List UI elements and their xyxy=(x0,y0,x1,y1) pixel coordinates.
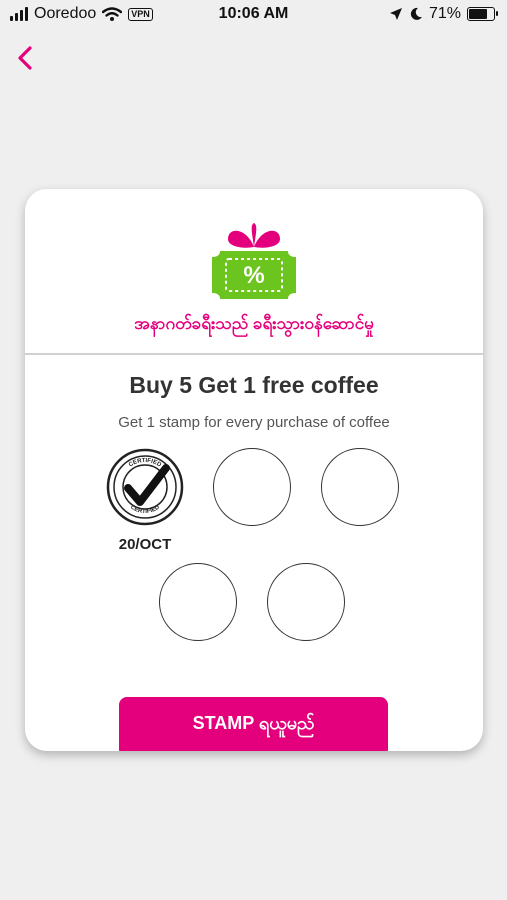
certified-stamp-icon: CERTIFIED CERTIFIED xyxy=(106,448,184,526)
stamp-slot-5 xyxy=(267,563,345,641)
stamp-slot-1: CERTIFIED CERTIFIED xyxy=(106,448,184,526)
svg-text:CERTIFIED: CERTIFIED xyxy=(129,504,161,515)
offer-description: Get 1 stamp for every purchase of coffee xyxy=(118,414,390,431)
battery-percent: 71% xyxy=(428,5,461,22)
battery-level xyxy=(469,9,488,19)
moon-icon xyxy=(410,7,422,20)
discount-symbol: % xyxy=(243,262,264,289)
svg-text:CERTIFIED: CERTIFIED xyxy=(128,458,163,469)
stamp-slot-3 xyxy=(321,448,399,526)
status-bar: Ooredoo VPN 10:06 AM 71% xyxy=(0,0,507,30)
divider xyxy=(25,353,483,355)
offer-title: Buy 5 Get 1 free coffee xyxy=(129,372,379,398)
stamp-slot-2 xyxy=(213,448,291,526)
stamp-card: % အနာဂတ်ခရီးသည် ခရီးသွားဝန်ဆောင်မှု Buy … xyxy=(25,189,483,751)
battery-icon xyxy=(467,7,498,21)
back-button[interactable] xyxy=(12,40,42,76)
location-icon xyxy=(389,8,402,20)
chevron-left-icon xyxy=(18,46,32,70)
get-stamp-button[interactable]: STAMP ရယူမည် xyxy=(119,697,388,751)
card-subtitle: အနာဂတ်ခရီးသည် ခရီးသွားဝန်ဆောင်မှု xyxy=(134,314,374,333)
stamp-date: 20/OCT xyxy=(118,536,172,553)
gift-discount-icon: % xyxy=(212,223,296,299)
stamp-slot-4 xyxy=(159,563,237,641)
